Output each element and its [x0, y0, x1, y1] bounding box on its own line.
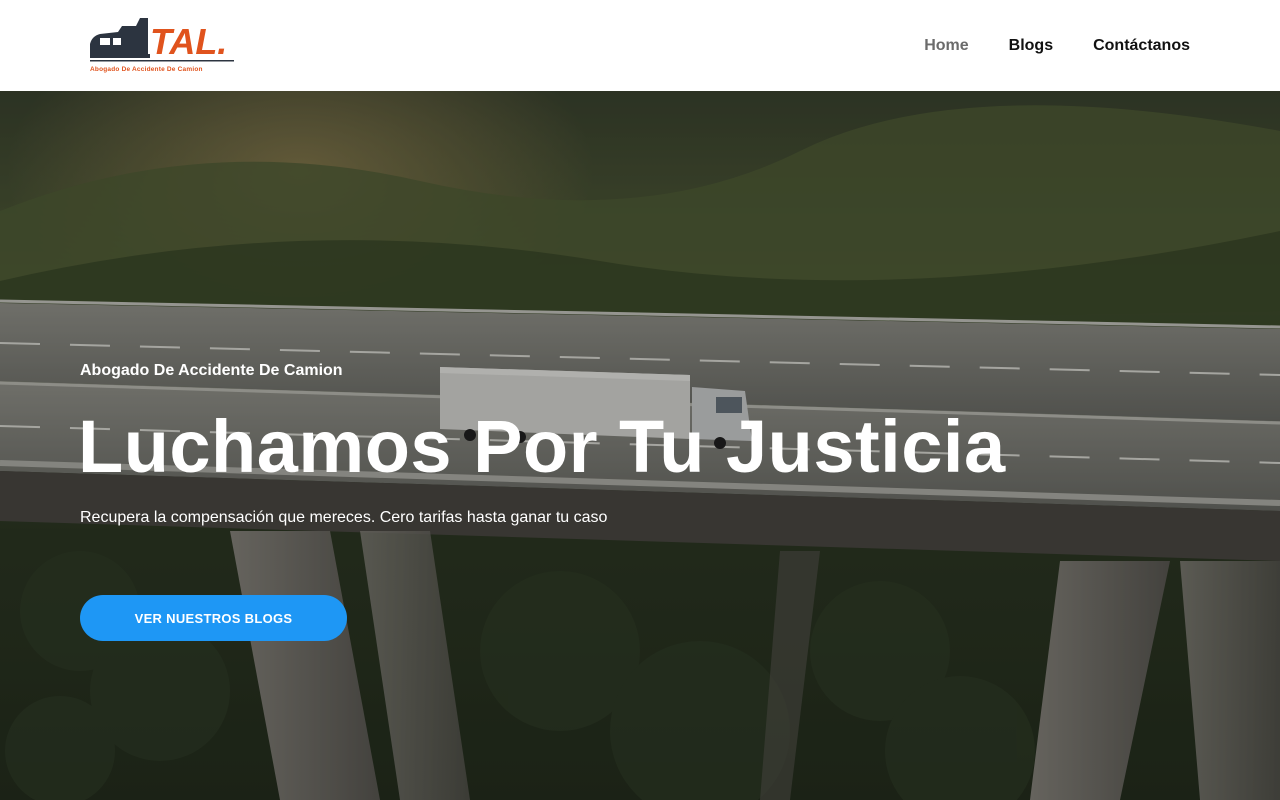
nav-home-link[interactable]: Home [924, 37, 968, 55]
site-logo[interactable]: TAL. Abogado De Accidente De Camion [88, 14, 236, 78]
truck-logo-icon: TAL. [90, 18, 234, 62]
hero-headline: Luchamos Por Tu Justicia [78, 405, 1006, 488]
main-nav: Home Blogs Contáctanos [924, 0, 1190, 91]
logo-tagline: Abogado De Accidente De Camion [90, 66, 203, 73]
nav-contact-link[interactable]: Contáctanos [1093, 37, 1190, 55]
view-blogs-button[interactable]: VER NUESTROS BLOGS [80, 595, 347, 641]
hero-section: Abogado De Accidente De Camion Luchamos … [0, 91, 1280, 800]
site-header: TAL. Abogado De Accidente De Camion Home… [0, 0, 1280, 91]
svg-text:TAL.: TAL. [150, 21, 227, 62]
hero-eyebrow: Abogado De Accidente De Camion [80, 362, 343, 379]
nav-blogs-link[interactable]: Blogs [1009, 37, 1053, 55]
hero-subtext: Recupera la compensación que mereces. Ce… [80, 509, 608, 526]
